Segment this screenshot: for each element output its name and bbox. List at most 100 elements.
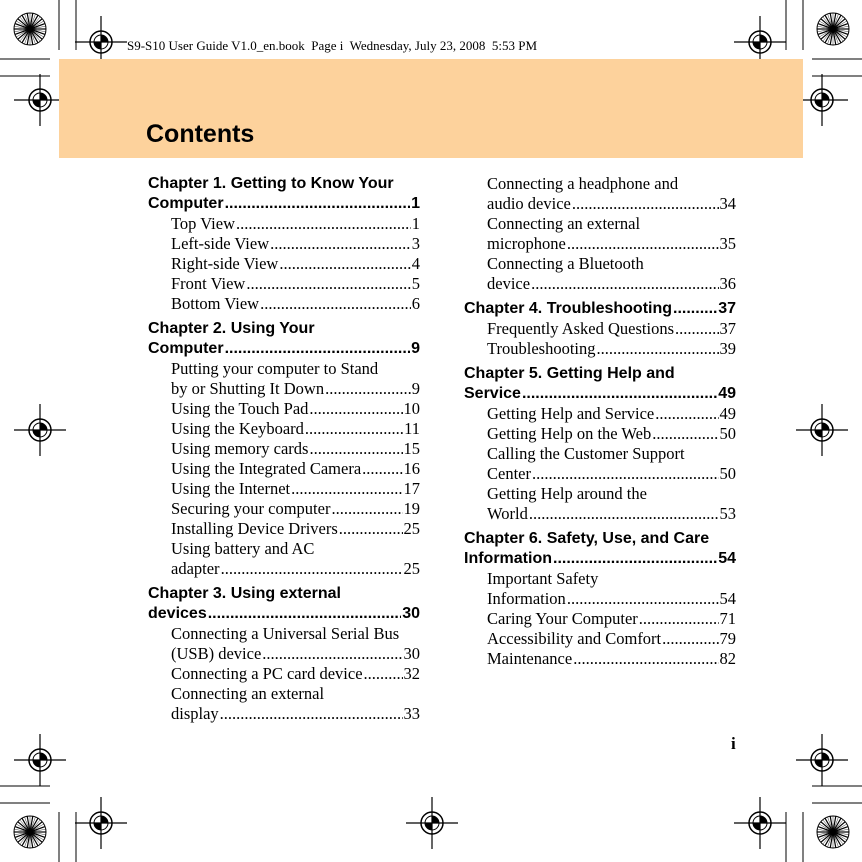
toc-chapter-text-wrap: Chapter 2. Using Your bbox=[148, 320, 315, 337]
toc-chapter[interactable]: Chapter 1. Getting to Know Your Computer 1 bbox=[148, 174, 420, 214]
toc-chapter-line: Service 49 bbox=[464, 384, 736, 404]
page-ref: 4 bbox=[411, 254, 420, 273]
toc-entry-text: World bbox=[487, 504, 528, 523]
toc-entry-line: Using memory cards 15 bbox=[171, 439, 420, 459]
toc-entry[interactable]: Left-side View 3 bbox=[148, 234, 420, 254]
toc-chapter[interactable]: Chapter 3. Using external devices 30 bbox=[148, 584, 420, 624]
toc-entry-text: (USB) device bbox=[171, 644, 262, 663]
toc-chapter[interactable]: Chapter 4. Troubleshooting 37 bbox=[464, 299, 736, 319]
toc-entry[interactable]: Calling the Customer SupportCenter 50 bbox=[464, 444, 736, 484]
dot-leader bbox=[220, 704, 403, 724]
toc-chapter[interactable]: Chapter 5. Getting Help and Service 49 bbox=[464, 364, 736, 404]
toc-entry-line: device 36 bbox=[487, 274, 736, 294]
page-ref: 39 bbox=[719, 339, 737, 358]
toc-entry-line: World 53 bbox=[487, 504, 736, 524]
toc-entry[interactable]: Using battery and ACadapter 25 bbox=[148, 539, 420, 579]
dot-leader bbox=[208, 604, 401, 624]
toc-entry[interactable]: Top View 1 bbox=[148, 214, 420, 234]
toc-entry[interactable]: Using the Integrated Camera 16 bbox=[148, 459, 420, 479]
toc-entry-text-wrap: Important Safety bbox=[487, 569, 599, 588]
dot-leader bbox=[639, 609, 719, 629]
toc-entry-text: Center bbox=[487, 464, 531, 483]
page-ref: 17 bbox=[403, 479, 421, 498]
toc-entry[interactable]: Connecting an externalmicrophone 35 bbox=[464, 214, 736, 254]
toc-entry[interactable]: Connecting a Bluetoothdevice 36 bbox=[464, 254, 736, 294]
page-ref: 25 bbox=[403, 559, 421, 578]
toc-entry-text: Using the Internet bbox=[171, 479, 291, 498]
toc-entry-text: Troubleshooting bbox=[487, 339, 596, 358]
page-ref: 25 bbox=[403, 519, 421, 538]
dot-leader bbox=[236, 214, 411, 234]
page-ref: 3 bbox=[411, 234, 420, 253]
toc-entry[interactable]: Using the Keyboard 11 bbox=[148, 419, 420, 439]
toc-chapter-line: Chapter 4. Troubleshooting 37 bbox=[464, 299, 736, 319]
page-ref: 33 bbox=[403, 704, 421, 723]
dot-leader bbox=[221, 559, 403, 579]
toc-entry-text-wrap: Putting your computer to Stand bbox=[171, 359, 379, 378]
toc-entry[interactable]: Right-side View 4 bbox=[148, 254, 420, 274]
toc-chapter-line: Information 54 bbox=[464, 549, 736, 569]
toc-entry-line: adapter 25 bbox=[171, 559, 420, 579]
toc-entry-text-wrap: Connecting a headphone and bbox=[487, 174, 679, 193]
dot-leader bbox=[572, 194, 719, 214]
toc-entry-line: audio device 34 bbox=[487, 194, 736, 214]
dot-leader bbox=[270, 234, 411, 254]
toc-entry[interactable]: Connecting a PC card device 32 bbox=[148, 664, 420, 684]
toc-entry[interactable]: Caring Your Computer 71 bbox=[464, 609, 736, 629]
dot-leader bbox=[331, 499, 402, 519]
page-ref: 37 bbox=[719, 319, 737, 338]
page-ref: 49 bbox=[718, 385, 736, 402]
toc-entry[interactable]: Securing your computer 19 bbox=[148, 499, 420, 519]
toc-entry[interactable]: Getting Help on the Web 50 bbox=[464, 424, 736, 444]
page-ref: 35 bbox=[719, 234, 737, 253]
toc-entry[interactable]: Frequently Asked Questions 37 bbox=[464, 319, 736, 339]
toc-entry-text: Getting Help and Service bbox=[487, 404, 655, 423]
page-ref: 34 bbox=[719, 194, 737, 213]
toc-entry-text: microphone bbox=[487, 234, 566, 253]
toc-entry-text: Securing your computer bbox=[171, 499, 331, 518]
page-ref: 5 bbox=[411, 274, 420, 293]
dot-leader bbox=[532, 464, 719, 484]
toc-entry[interactable]: Using the Internet 17 bbox=[148, 479, 420, 499]
toc-entry[interactable]: Connecting a headphone andaudio device 34 bbox=[464, 174, 736, 214]
toc-chapter[interactable]: Chapter 6. Safety, Use, and Care Informat… bbox=[464, 529, 736, 569]
toc-entry[interactable]: Using memory cards 15 bbox=[148, 439, 420, 459]
toc-entry-line: microphone 35 bbox=[487, 234, 736, 254]
toc-entry-text-wrap: Connecting a Universal Serial Bus bbox=[171, 624, 400, 643]
toc-entry[interactable]: Getting Help and Service 49 bbox=[464, 404, 736, 424]
toc-entry-line: Center 50 bbox=[487, 464, 736, 484]
toc-entry[interactable]: Accessibility and Comfort 79 bbox=[464, 629, 736, 649]
dot-leader bbox=[522, 384, 717, 404]
toc-entry-text-wrap: Calling the Customer Support bbox=[487, 444, 685, 463]
toc-entry-line: display 33 bbox=[171, 704, 420, 724]
toc-entry-line: Getting Help on the Web 50 bbox=[487, 424, 736, 444]
toc-chapter-text: Chapter 4. Troubleshooting bbox=[464, 300, 673, 317]
toc-entry[interactable]: Important SafetyInformation 54 bbox=[464, 569, 736, 609]
toc-entry[interactable]: Connecting a Universal Serial Bus (USB) d… bbox=[148, 624, 420, 664]
toc-entry-text: Using memory cards bbox=[171, 439, 309, 458]
toc-entry-text: Bottom View bbox=[171, 294, 260, 313]
toc-entry[interactable]: Using the Touch Pad 10 bbox=[148, 399, 420, 419]
dot-leader bbox=[567, 234, 719, 254]
toc-entry[interactable]: Installing Device Drivers 25 bbox=[148, 519, 420, 539]
dot-leader bbox=[260, 294, 411, 314]
toc-entry[interactable]: Getting Help around theWorld 53 bbox=[464, 484, 736, 524]
toc-chapter-text-wrap: Chapter 6. Safety, Use, and Care bbox=[464, 530, 710, 547]
page-ref: 1 bbox=[411, 195, 420, 212]
toc-entry-line: Accessibility and Comfort 79 bbox=[487, 629, 736, 649]
toc-entry[interactable]: Troubleshooting 39 bbox=[464, 339, 736, 359]
toc-chapter[interactable]: Chapter 2. Using Your Computer 9 bbox=[148, 319, 420, 359]
toc-entry-text: Left-side View bbox=[171, 234, 270, 253]
toc-entry-text: Top View bbox=[171, 214, 236, 233]
toc-entry[interactable]: Front View 5 bbox=[148, 274, 420, 294]
page-ref: 1 bbox=[411, 214, 420, 233]
toc-entry[interactable]: Maintenance 82 bbox=[464, 649, 736, 669]
toc-entry[interactable]: Putting your computer to Stand by or Shut… bbox=[148, 359, 420, 399]
page-ref: 79 bbox=[719, 629, 737, 648]
toc-entry[interactable]: Connecting an externaldisplay 33 bbox=[148, 684, 420, 724]
toc-entry[interactable]: Bottom View 6 bbox=[148, 294, 420, 314]
toc-entry-line: Securing your computer 19 bbox=[171, 499, 420, 519]
toc-entry-line: Top View 1 bbox=[171, 214, 420, 234]
toc-entry-text: Right-side View bbox=[171, 254, 279, 273]
page-ref: 71 bbox=[719, 609, 737, 628]
